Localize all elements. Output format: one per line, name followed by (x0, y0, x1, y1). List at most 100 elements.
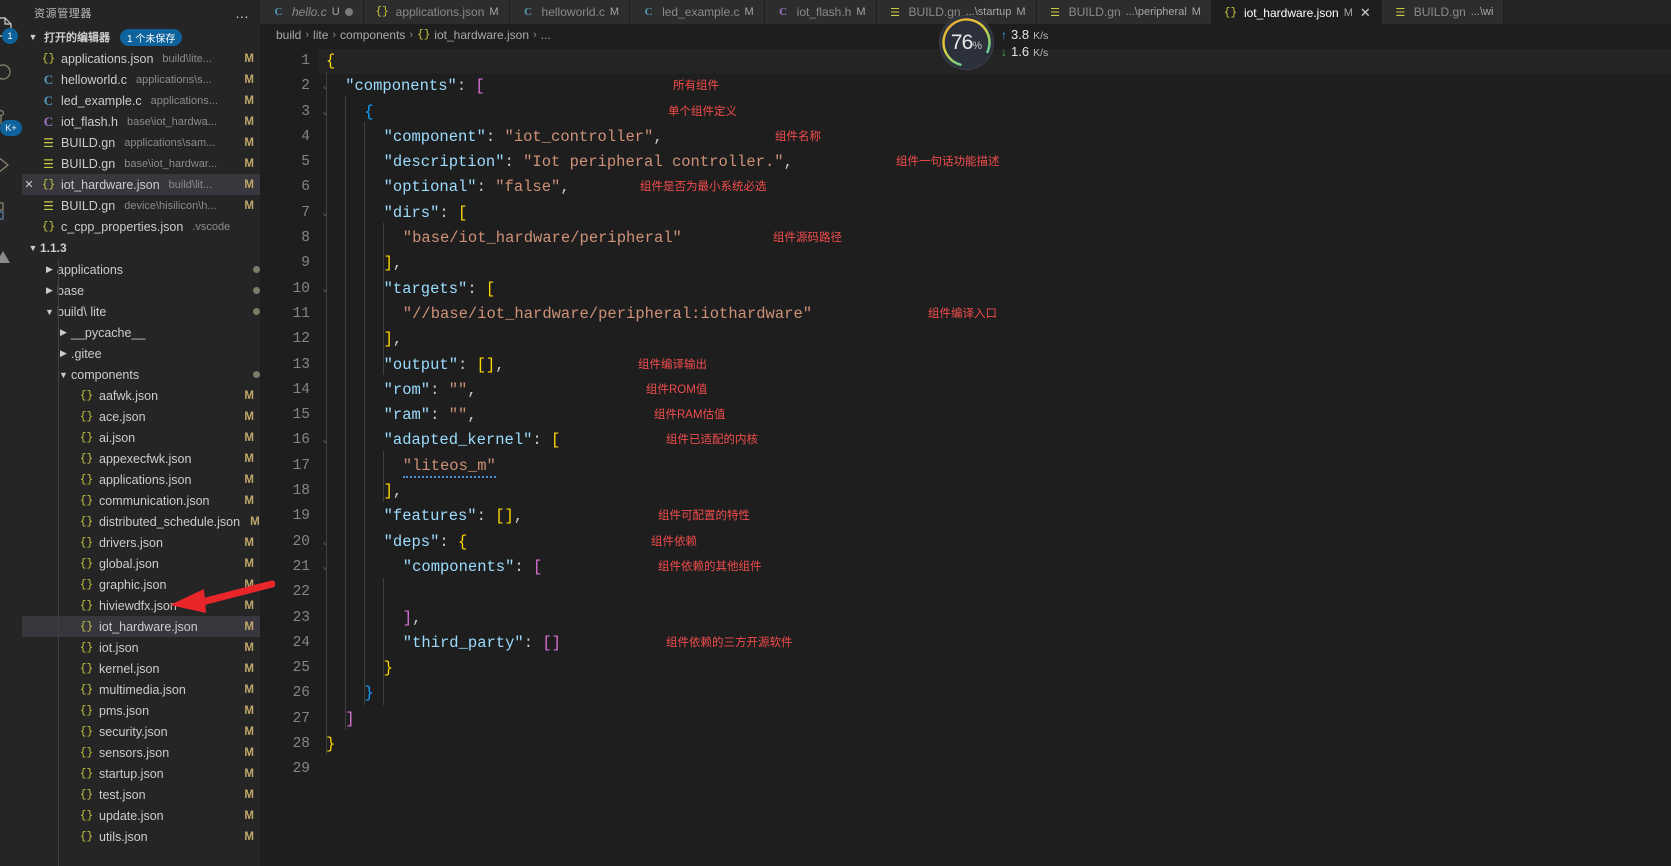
code-line[interactable]: ], (318, 251, 1671, 276)
code-line[interactable]: "targets": [ (318, 277, 1671, 302)
c-file-icon: C (524, 6, 533, 18)
code-annotation: 单个组件定义 (668, 105, 737, 118)
code-line[interactable]: "third_party": [] 组件依赖的三方开源软件 (318, 631, 1671, 656)
code-token: : (458, 355, 477, 374)
open-editor-item[interactable]: ☰ BUILD.gn applications\sam... M (22, 132, 260, 153)
editor-tab[interactable]: Ciot_flash.h M (764, 0, 877, 24)
code-line[interactable] (318, 580, 1671, 605)
git-status-badge: M (244, 178, 254, 191)
tree-file-label: hiviewdfx.json (99, 598, 177, 613)
activity-search-icon[interactable] (0, 50, 22, 96)
code-line[interactable]: "ram": "", 组件RAM估值 (318, 403, 1671, 428)
code-line[interactable]: ], (318, 479, 1671, 504)
code-line[interactable]: } (318, 732, 1671, 757)
tree-file-label: aafwk.json (99, 388, 159, 403)
code-token: : (439, 532, 459, 551)
tree-folder-label: __pycache__ (71, 325, 146, 340)
code-annotation: 组件编译入口 (928, 307, 997, 320)
json-file-icon: {} (79, 494, 94, 507)
code-line[interactable]: ], (318, 327, 1671, 352)
open-editor-item[interactable]: Chelloworld.c applications\s... M (22, 69, 260, 90)
code-line[interactable]: "component": "iot_controller", 组件名称 (318, 125, 1671, 150)
editor-tab[interactable]: Cled_example.c M (630, 0, 765, 24)
tree-file-label: drivers.json (99, 535, 163, 550)
code-line[interactable]: "rom": "", 组件ROM值 (318, 378, 1671, 403)
open-editor-path: applications\s... (136, 73, 212, 86)
unsaved-dot-icon[interactable] (344, 8, 353, 16)
editor-tab[interactable]: {} applications.json M (363, 0, 510, 24)
breadcrumb-item-file[interactable]: iot_hardware.json (434, 28, 529, 42)
open-editor-item[interactable]: Ciot_flash.h base\iot_hardwa... M (22, 111, 260, 132)
editor-tab[interactable]: ☰ BUILD.gn ...\wi (1381, 0, 1505, 24)
activity-remote-icon[interactable] (0, 234, 22, 280)
code-line[interactable]: } (318, 681, 1671, 706)
workspace-root-row[interactable]: ▼ 1.1.3 (22, 237, 260, 259)
breadcrumb-item-tail[interactable]: ... (541, 28, 551, 42)
git-status-badge: M (244, 683, 254, 696)
breadcrumb-item-build[interactable]: build (276, 28, 301, 42)
open-editor-name: helloworld.c (61, 72, 128, 87)
breadcrumb-item-lite[interactable]: lite (313, 28, 328, 42)
code-line[interactable]: "base/iot_hardware/peripheral" 组件源码路径 (318, 226, 1671, 251)
activity-explorer-icon[interactable]: 1 (0, 4, 22, 50)
open-editors-section-header[interactable]: ▼ 打开的编辑器 1 个未保存 (22, 26, 260, 48)
code-line-text: "rom": "", (326, 381, 477, 399)
code-line-text: "features": [], (326, 507, 524, 525)
code-token: "deps" (383, 532, 440, 551)
chevron-right-icon[interactable]: ▶ (42, 285, 57, 296)
open-editor-item[interactable]: {} applications.json build\lite... M (22, 48, 260, 69)
line-number: 13 (292, 356, 310, 373)
open-editor-item[interactable]: ☰ BUILD.gn base\iot_hardwar... M (22, 153, 260, 174)
activity-source-control-icon[interactable]: K+ (0, 96, 22, 142)
code-line[interactable]: {单个组件定义 (318, 100, 1671, 125)
chevron-down-icon[interactable]: ▼ (42, 307, 57, 317)
code-line[interactable]: "dirs": [ (318, 201, 1671, 226)
editor-tab[interactable]: {} iot_hardware.json M ✕ (1211, 0, 1382, 24)
line-number: 7⌄ (260, 201, 328, 226)
code-line[interactable] (318, 757, 1671, 782)
explorer-sidebar: 资源管理器 … ▼ 打开的编辑器 1 个未保存 {} applications.j… (22, 0, 260, 866)
line-number: 24 (292, 634, 310, 651)
code-line[interactable]: "//base/iot_hardware/peripheral:iothardw… (318, 302, 1671, 327)
git-status-badge: M (244, 431, 254, 444)
open-editor-item[interactable]: Cled_example.c applications... M (22, 90, 260, 111)
h-file-icon: C (779, 6, 788, 18)
code-token: : (532, 431, 552, 450)
code-line[interactable]: } (318, 656, 1671, 681)
open-editor-item[interactable]: {} c_cpp_properties.json .vscode (22, 216, 260, 237)
code-line-text: "ram": "", (326, 406, 477, 424)
code-line[interactable]: ], (318, 606, 1671, 631)
code-line[interactable]: "liteos_m" (318, 454, 1671, 479)
tree-file-label: sensors.json (99, 745, 170, 760)
open-editor-name: BUILD.gn (61, 135, 116, 150)
more-actions-icon[interactable]: … (235, 5, 254, 21)
tree-file-label: iot.json (99, 640, 139, 655)
close-icon[interactable]: ✕ (1360, 5, 1371, 21)
code-line[interactable]: "description": "Iot peripheral controlle… (318, 150, 1671, 175)
editor-tab[interactable]: Chello.c U (260, 0, 364, 24)
code-line[interactable]: "components": [所有组件 (318, 74, 1671, 99)
code-line[interactable]: "adapted_kernel": [组件已适配的内核 (318, 428, 1671, 453)
file-tree: ▶ applications ▶ base ▼ build\ lite ▶ __pycache… (22, 259, 260, 866)
code-line[interactable]: ] (318, 707, 1671, 732)
code-editor[interactable]: 1⌄2⌄3⌄ 4 5 6 7⌄ 8 9 10⌄ 11 12 13 14 15 16⌄ 17 18 19 20⌄21… (260, 46, 1671, 866)
line-number: 20⌄ (260, 530, 328, 555)
editor-tab[interactable]: Chelloworld.c M (509, 0, 631, 24)
code-line[interactable]: "deps": {组件依赖 (318, 530, 1671, 555)
activity-extensions-icon[interactable] (0, 188, 22, 234)
activity-run-debug-icon[interactable] (0, 142, 22, 188)
open-editor-item[interactable]: ✕ {} iot_hardware.json build\lit... M (22, 174, 260, 195)
network-monitor-widget[interactable]: 76% ↑ 3.8 K/s ↓ 1.6 K/s (940, 16, 1048, 69)
code-content[interactable]: {"components": [所有组件 {单个组件定义 "component": … (318, 46, 1671, 866)
open-editor-item[interactable]: ☰ BUILD.gn device\hisilicon\h... M (22, 195, 260, 216)
editor-tab[interactable]: ☰ BUILD.gn ...\peripheral M (1036, 0, 1212, 24)
chevron-right-icon[interactable]: ▶ (42, 264, 57, 275)
close-icon[interactable]: ✕ (22, 178, 36, 191)
code-line[interactable]: "output": [], 组件编译输出 (318, 353, 1671, 378)
git-status-badge: M (244, 725, 254, 738)
breadcrumb-item-components[interactable]: components (340, 28, 405, 42)
code-line[interactable]: "components": [组件依赖的其他组件 (318, 555, 1671, 580)
code-line[interactable]: "optional": "false", 组件是否为最小系统必选 (318, 175, 1671, 200)
code-line[interactable]: "features": [], 组件可配置的特性 (318, 504, 1671, 529)
open-editor-name: c_cpp_properties.json (61, 219, 184, 234)
